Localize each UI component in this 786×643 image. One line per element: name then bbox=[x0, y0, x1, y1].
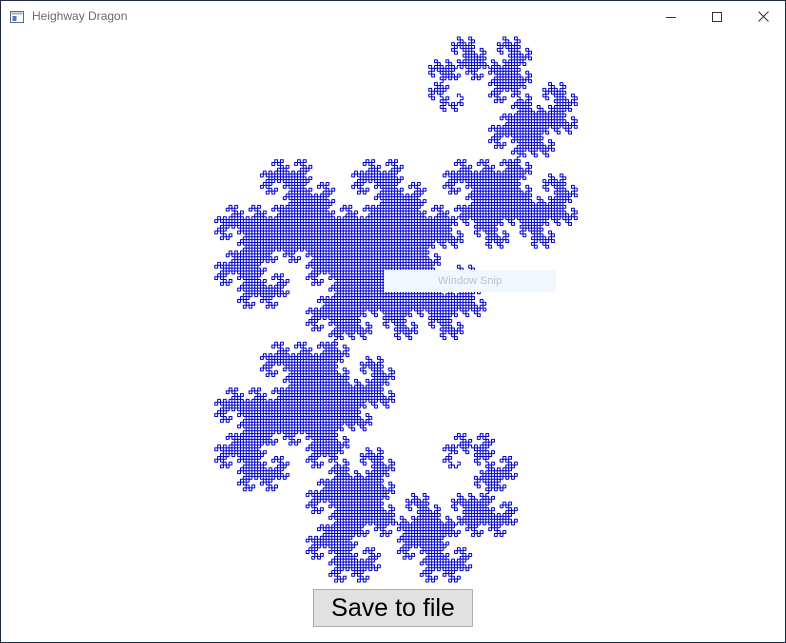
dragon-canvas bbox=[1, 32, 785, 588]
minimize-icon bbox=[666, 12, 676, 22]
save-to-file-button[interactable]: Save to file bbox=[313, 589, 473, 627]
title-bar[interactable]: Heighway Dragon bbox=[1, 1, 785, 32]
window-title: Heighway Dragon bbox=[32, 9, 128, 23]
dragon-curve-path bbox=[214, 36, 578, 583]
dragon-curve-drawing bbox=[214, 36, 578, 583]
maximize-button[interactable] bbox=[694, 1, 740, 32]
window-snip-label: Window Snip bbox=[437, 275, 503, 287]
close-icon bbox=[757, 11, 769, 22]
app-window-icon bbox=[10, 10, 24, 23]
minimize-button[interactable] bbox=[648, 1, 694, 32]
maximize-icon bbox=[712, 11, 722, 22]
window-snip-overlay: Window Snip bbox=[384, 270, 556, 292]
app-window: Heighway Dragon Window Snip Save to file bbox=[0, 0, 786, 643]
close-button[interactable] bbox=[740, 1, 785, 32]
